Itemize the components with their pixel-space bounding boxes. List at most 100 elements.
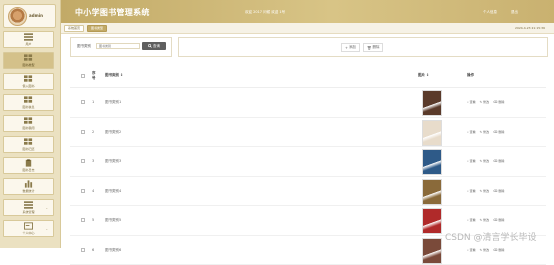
delete-row-button[interactable]: ⌫ 删除 <box>493 248 504 252</box>
grid-icon <box>24 54 33 62</box>
sidebar-item-book-return[interactable]: 图书归还 <box>3 136 54 153</box>
row-name: 图书类别3 <box>105 159 121 164</box>
chevron-down-icon: ⌄ <box>45 206 48 210</box>
delete-row-button[interactable]: ⌫ 删除 <box>493 100 504 104</box>
row-checkbox[interactable] <box>81 130 85 134</box>
sidebar-item-book-log[interactable]: 图书日志 <box>3 157 54 174</box>
row-index: 5 <box>92 218 94 222</box>
trash-icon: ⌫ <box>493 218 497 222</box>
edit-button[interactable]: ✎ 修改 <box>480 248 490 252</box>
breadcrumb: 系统首页 图书类型 2024-4-23 21:15:36 <box>61 23 554 34</box>
breadcrumb-home[interactable]: 系统首页 <box>64 25 84 32</box>
sidebar-item-borrowed-books[interactable]: 借入图书 <box>3 73 54 90</box>
search-button-label: 查询 <box>153 44 160 49</box>
delete-button-label: 删除 <box>372 45 379 50</box>
add-button-label: 添加 <box>349 45 356 50</box>
sidebar-item-users[interactable]: 用户 <box>3 31 54 48</box>
sidebar: admin 用户 图书类型 借入图书 图书信息 图书借阅 图书归还 图书日志 数… <box>0 0 61 248</box>
bar-chart-icon <box>24 180 33 188</box>
delete-row-button[interactable]: ⌫ 删除 <box>493 218 504 222</box>
datetime: 2024-4-23 21:15:36 <box>515 26 545 30</box>
delete-row-button[interactable]: ⌫ 删除 <box>493 159 504 163</box>
row-checkbox[interactable] <box>81 159 85 163</box>
edit-button[interactable]: ✎ 修改 <box>480 189 490 193</box>
search-icon: ⌕ <box>467 218 469 222</box>
book-cover-image[interactable] <box>422 179 442 205</box>
book-cover-image[interactable] <box>422 208 442 234</box>
sidebar-item-system[interactable]: 系统管理 ⌄ <box>3 199 54 216</box>
delete-row-button[interactable]: ⌫ 删除 <box>493 130 504 134</box>
sidebar-item-label: 个人中心 <box>22 231 34 235</box>
row-checkbox[interactable] <box>81 189 85 193</box>
table-row[interactable]: 1 图书类别1 ⌕ 查看 ✎ 修改 ⌫ 删除 <box>70 88 546 118</box>
row-checkbox[interactable] <box>81 248 85 252</box>
search-button[interactable]: 查询 <box>142 42 166 50</box>
trash-icon: ⌫ <box>493 248 497 252</box>
search-icon: ⌕ <box>467 248 469 252</box>
edit-icon: ✎ <box>480 248 483 252</box>
breadcrumb-current[interactable]: 图书类型 <box>87 25 107 32</box>
header-index: 序号 <box>92 71 98 81</box>
view-button[interactable]: ⌕ 查看 <box>467 248 476 252</box>
table-row[interactable]: 4 图书类别4 ⌕ 查看 ✎ 修改 ⌫ 删除 <box>70 177 546 207</box>
table-row[interactable]: 2 图书类别2 ⌕ 查看 ✎ 修改 ⌫ 删除 <box>70 118 546 148</box>
edit-icon: ✎ <box>480 189 483 193</box>
edit-button[interactable]: ✎ 修改 <box>480 159 490 163</box>
sidebar-item-label: 图书归还 <box>22 147 34 151</box>
row-name: 图书类别2 <box>105 130 121 135</box>
logout-link[interactable]: 退出 <box>511 10 518 15</box>
grid-icon <box>24 138 33 146</box>
list-icon <box>24 201 33 209</box>
grid-icon <box>24 117 33 125</box>
header-image[interactable]: 图片 ↕ <box>418 73 429 78</box>
view-button[interactable]: ⌕ 查看 <box>467 159 476 163</box>
row-checkbox[interactable] <box>81 100 85 104</box>
table-row[interactable]: 3 图书类别3 ⌕ 查看 ✎ 修改 ⌫ 删除 <box>70 147 546 177</box>
trash-icon: ⌫ <box>493 100 497 104</box>
sidebar-item-statistics[interactable]: 数据统计 <box>3 178 54 195</box>
action-panel: + 添加 🗑 删除 <box>178 37 548 57</box>
plus-icon: + <box>345 46 348 50</box>
book-cover-image[interactable] <box>422 120 442 146</box>
search-panel: 图书类别 查询 <box>70 37 172 57</box>
edit-button[interactable]: ✎ 修改 <box>480 218 490 222</box>
add-button[interactable]: + 添加 <box>341 43 360 52</box>
view-button[interactable]: ⌕ 查看 <box>467 130 476 134</box>
book-cover-image[interactable] <box>422 238 442 264</box>
book-cover-image[interactable] <box>422 149 442 175</box>
sidebar-item-label: 数据统计 <box>22 189 34 193</box>
trash-icon: ⌫ <box>493 189 497 193</box>
clipboard-icon <box>24 159 33 167</box>
profile-link[interactable]: 个人信息 <box>483 10 497 15</box>
top-header: 中小学图书管理系统 欢迎 2017 问候 欢迎 1号 个人信息 退出 <box>61 0 554 23</box>
avatar[interactable] <box>8 7 27 26</box>
delete-button[interactable]: 🗑 删除 <box>363 43 383 52</box>
search-input[interactable] <box>96 43 140 49</box>
view-button[interactable]: ⌕ 查看 <box>467 100 476 104</box>
row-actions: ⌕ 查看 ✎ 修改 ⌫ 删除 <box>467 100 504 104</box>
header-ops: 操作 <box>467 73 474 78</box>
edit-button[interactable]: ✎ 修改 <box>480 100 490 104</box>
book-cover-image[interactable] <box>422 90 442 116</box>
sidebar-item-book-info[interactable]: 图书信息 <box>3 94 54 111</box>
row-checkbox[interactable] <box>81 218 85 222</box>
sidebar-item-profile[interactable]: 个人中心 ⌄ <box>3 220 54 237</box>
row-index: 3 <box>92 159 94 163</box>
header-name[interactable]: 图书类别 ↕ <box>105 73 123 78</box>
view-button[interactable]: ⌕ 查看 <box>467 189 476 193</box>
select-all-checkbox[interactable] <box>81 74 85 78</box>
sidebar-item-label: 图书信息 <box>22 105 34 109</box>
edit-icon: ✎ <box>480 159 483 163</box>
search-icon: ⌕ <box>467 159 469 163</box>
delete-row-button[interactable]: ⌫ 删除 <box>493 189 504 193</box>
sidebar-item-label: 借入图书 <box>22 84 34 88</box>
sidebar-item-label: 图书借阅 <box>22 126 34 130</box>
sidebar-item-book-borrow[interactable]: 图书借阅 <box>3 115 54 132</box>
trash-icon: 🗑 <box>367 46 371 50</box>
edit-button[interactable]: ✎ 修改 <box>480 130 490 134</box>
row-actions: ⌕ 查看 ✎ 修改 ⌫ 删除 <box>467 159 504 163</box>
sidebar-item-book-types[interactable]: 图书类型 <box>3 52 54 69</box>
user-card: admin <box>3 4 56 28</box>
view-button[interactable]: ⌕ 查看 <box>467 218 476 222</box>
search-icon: ⌕ <box>467 130 469 134</box>
